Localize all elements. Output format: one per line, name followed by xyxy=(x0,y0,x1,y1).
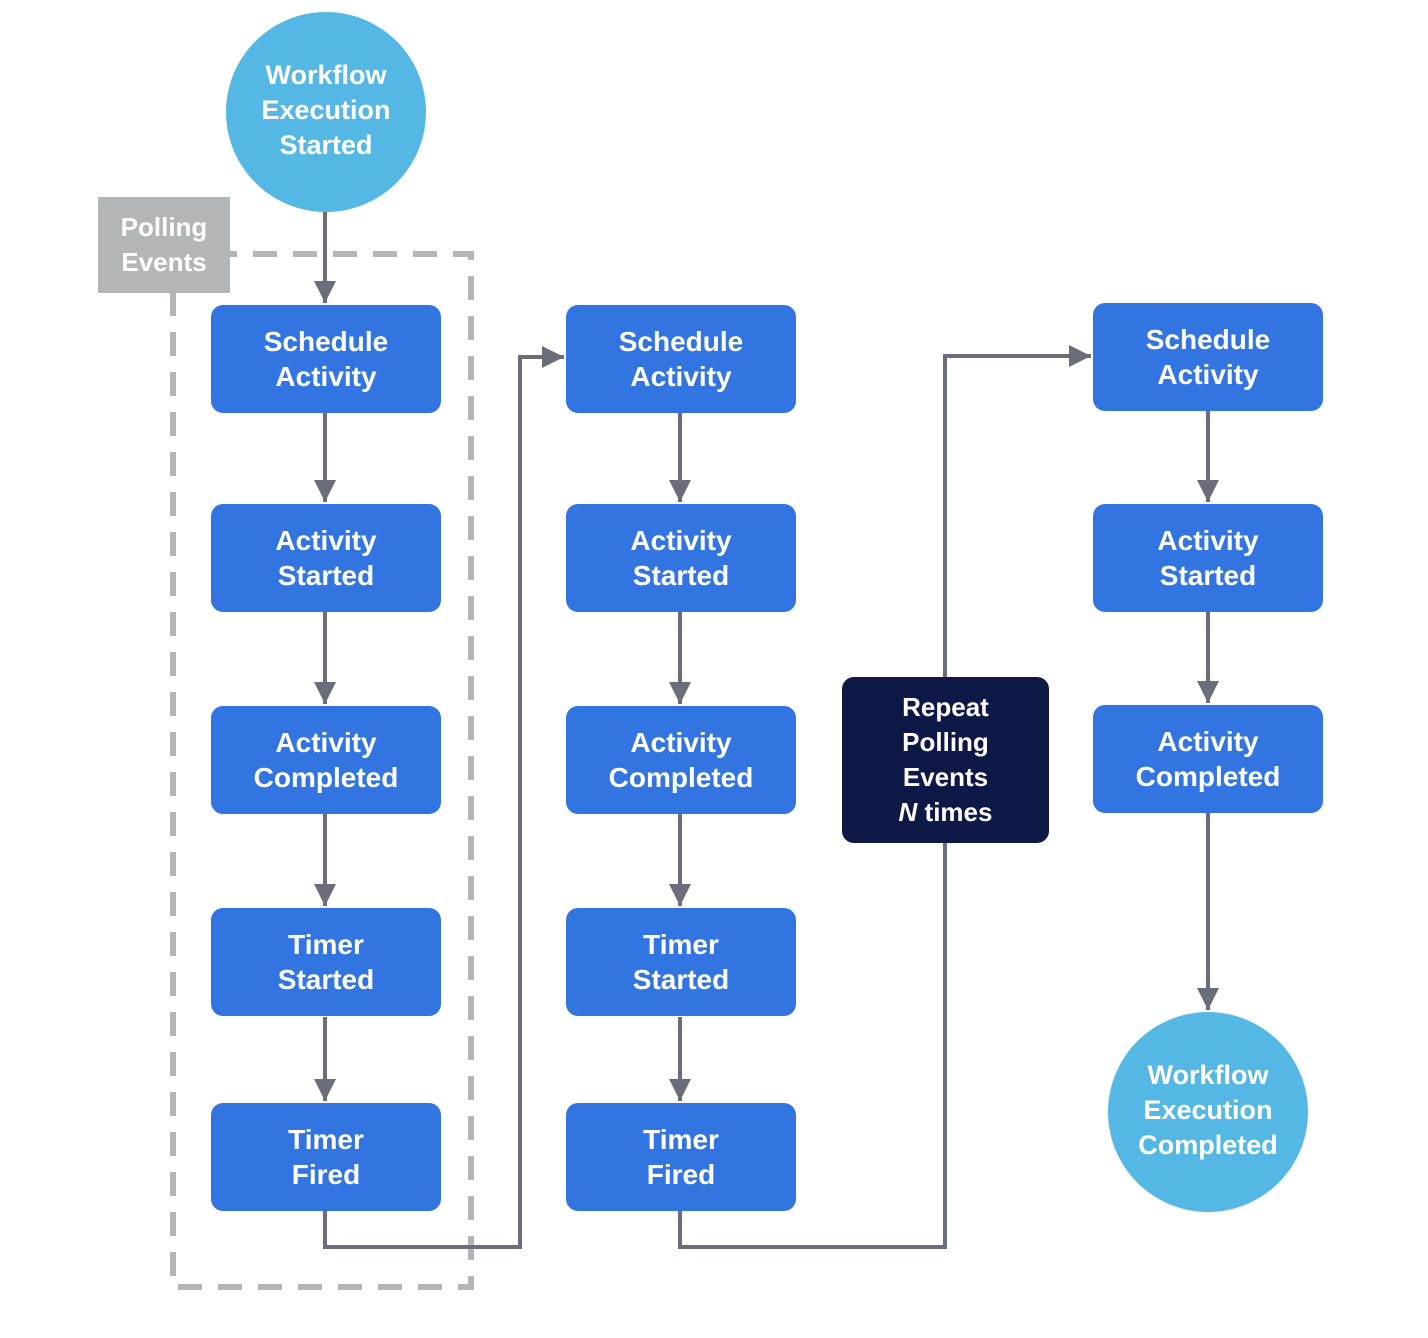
col1-timer-fired-node: Timer Fired xyxy=(211,1103,441,1211)
node-label-line: Completed xyxy=(1135,761,1281,792)
node-label-line: Activity xyxy=(275,525,377,556)
workflow-execution-completed-node: Workflow Execution Completed xyxy=(1108,1012,1308,1212)
node-label-line: Activity xyxy=(1157,525,1259,556)
col2-timer-started-node: Timer Started xyxy=(566,908,796,1016)
node-label-line: Started xyxy=(277,560,375,591)
col3-activity-started-node: Activity Started xyxy=(1093,504,1323,612)
col1-timer-started-node: Timer Started xyxy=(211,908,441,1016)
node-label-line: Timer xyxy=(288,929,364,960)
repeat-times-label: times xyxy=(917,797,993,827)
arrow-repeat-to-col3 xyxy=(943,345,1091,677)
polling-label-line: Events xyxy=(121,247,207,277)
node-label-line: Fired xyxy=(291,1159,361,1190)
col2-activity-completed-node: Activity Completed xyxy=(566,706,796,814)
node-label-line: Timer xyxy=(643,929,719,960)
col2-schedule-activity-node: Schedule Activity xyxy=(566,305,796,413)
polling-events-label: Polling Events xyxy=(98,197,230,293)
node-label-line: Schedule xyxy=(1145,324,1271,355)
node-label-line: Activity xyxy=(1157,726,1259,757)
col3-activity-completed-node: Activity Completed xyxy=(1093,705,1323,813)
polling-label-line: Polling xyxy=(120,212,208,242)
node-label-line: Schedule xyxy=(263,326,389,357)
node-label-line: Started xyxy=(632,560,730,591)
col2-timer-fired-node: Timer Fired xyxy=(566,1103,796,1211)
repeat-n-symbol: N xyxy=(898,797,918,827)
node-label-line: Started xyxy=(632,964,730,995)
node-label-line: Execution xyxy=(261,94,391,125)
node-label-line: Activity xyxy=(630,361,732,392)
node-label-line: Activity xyxy=(630,727,732,758)
node-label-line: Activity xyxy=(630,525,732,556)
node-label-line: Timer xyxy=(643,1124,719,1155)
node-label-line: Repeat xyxy=(902,692,989,722)
col1-schedule-activity-node: Schedule Activity xyxy=(211,305,441,413)
col1-activity-started-node: Activity Started xyxy=(211,504,441,612)
node-label-line: Started xyxy=(1159,560,1257,591)
node-label-line: Execution xyxy=(1143,1094,1273,1125)
node-label-line: Timer xyxy=(288,1124,364,1155)
node-label-line: Polling xyxy=(902,727,989,757)
node-label-line: Workflow xyxy=(1147,1059,1269,1090)
node-label-line: Events xyxy=(902,762,989,792)
node-label-line: Activity xyxy=(275,727,377,758)
node-label-line: Schedule xyxy=(618,326,744,357)
node-label-line: Workflow xyxy=(265,59,387,90)
repeat-count-line: N times xyxy=(899,795,993,830)
node-label-line: Started xyxy=(279,129,373,160)
node-label-line: Activity xyxy=(275,361,377,392)
workflow-execution-started-node: Workflow Execution Started xyxy=(226,12,426,212)
node-label-line: Completed xyxy=(608,762,754,793)
col3-schedule-activity-node: Schedule Activity xyxy=(1093,303,1323,411)
node-label-line: Started xyxy=(277,964,375,995)
node-label-line: Fired xyxy=(646,1159,716,1190)
node-label-line: Completed xyxy=(1138,1129,1278,1160)
node-label-line: Completed xyxy=(253,762,399,793)
repeat-polling-events-node: Repeat Polling Events N times xyxy=(842,677,1049,843)
col2-activity-started-node: Activity Started xyxy=(566,504,796,612)
col1-activity-completed-node: Activity Completed xyxy=(211,706,441,814)
node-label-line: Activity xyxy=(1157,359,1259,390)
